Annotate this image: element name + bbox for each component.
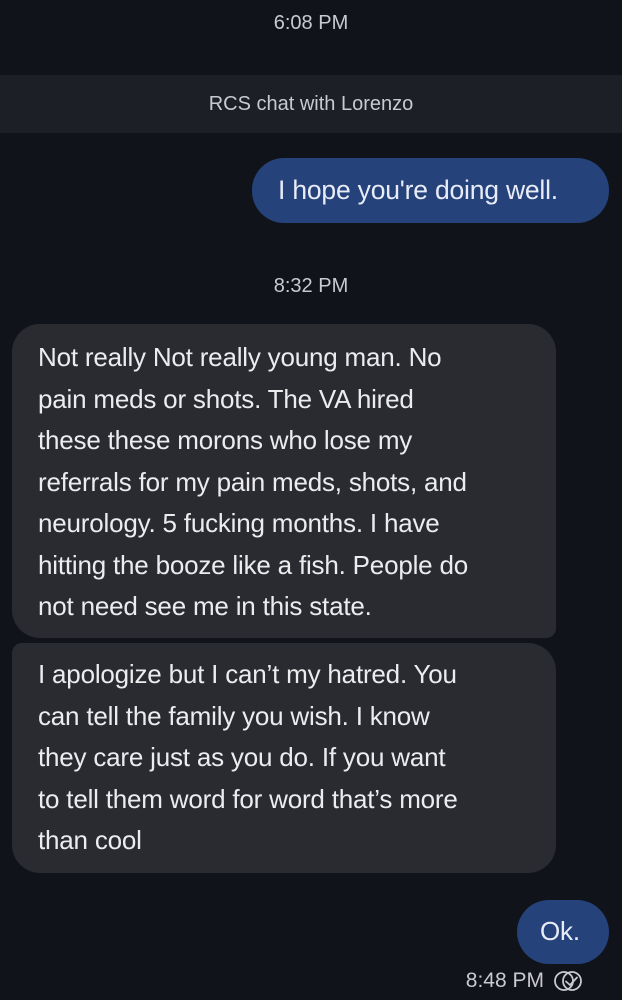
message-bubble-outgoing[interactable]: Ok. [517,900,609,964]
timestamp-top: 6:08 PM [273,12,349,34]
status-time: 8:48 PM [465,969,544,992]
rcs-chat-banner-label: RCS chat with Lorenzo [208,92,414,115]
read-receipt-icon [554,970,582,992]
message-text: Ok. [540,916,580,946]
delivery-status: 8:48 PM [466,969,582,993]
message-bubble-incoming[interactable]: I apologize but I can’t my hatred. You c… [12,643,556,873]
message-bubble-incoming[interactable]: Not really Not really young man. No pain… [12,324,556,638]
timestamp-middle: 8:32 PM [273,275,349,297]
message-text: I hope you're doing well. [278,175,558,205]
rcs-chat-banner: RCS chat with Lorenzo [0,75,622,133]
message-bubble-outgoing[interactable]: I hope you're doing well. [252,158,609,223]
